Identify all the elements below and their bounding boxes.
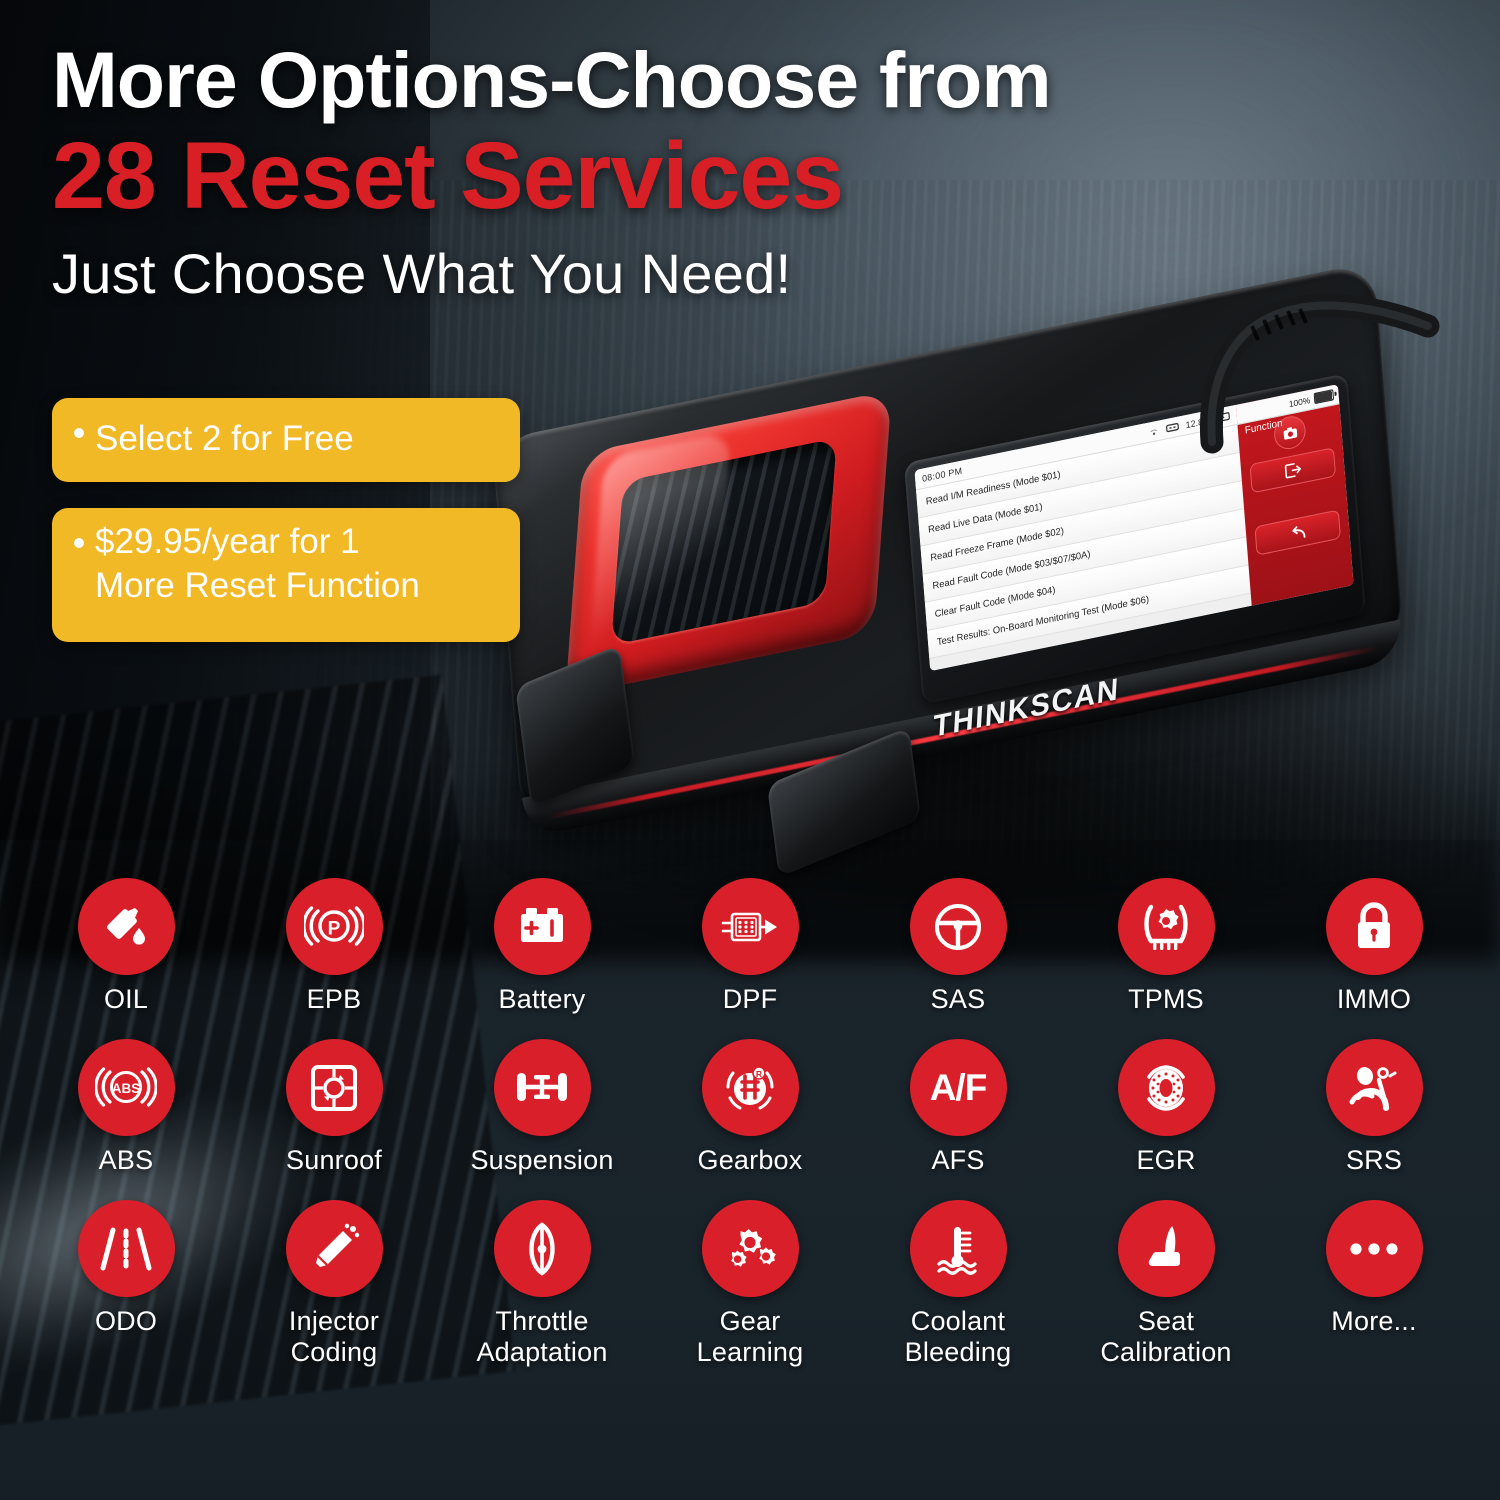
service-item-more[interactable]: More...: [1270, 1200, 1478, 1368]
service-label: ABS: [98, 1145, 154, 1175]
service-item-immo[interactable]: IMMO: [1270, 878, 1478, 1015]
padlock-icon: [1325, 878, 1423, 975]
oil-can-icon: [77, 878, 175, 975]
fuel-injector-icon: [285, 1200, 383, 1297]
service-item-afs[interactable]: A/F AFS: [854, 1039, 1062, 1176]
service-label: Gear Learning: [696, 1306, 804, 1367]
bullet-dot-icon: [74, 538, 84, 548]
service-label: ODO: [94, 1306, 158, 1336]
service-item-coolant-bleeding[interactable]: Coolant Bleeding: [854, 1200, 1062, 1368]
exit-icon: [1284, 463, 1301, 479]
gear-shift-icon: R: [701, 1039, 799, 1136]
service-label: OIL: [103, 984, 149, 1014]
service-label: TPMS: [1128, 984, 1204, 1014]
service-label: SAS: [930, 984, 986, 1014]
service-item-sas[interactable]: SAS: [854, 878, 1062, 1015]
gears-icon: [701, 1200, 799, 1297]
battery-full-icon: [1313, 389, 1335, 405]
throttle-body-icon: [493, 1200, 591, 1297]
seatbelt-person-icon: [1325, 1039, 1423, 1136]
signal-icon: [1150, 429, 1158, 435]
svg-text:P: P: [328, 918, 341, 939]
service-label: Gearbox: [697, 1145, 803, 1175]
headline-line-3: Just Choose What You Need!: [52, 242, 792, 305]
exit-button[interactable]: [1249, 447, 1337, 494]
service-item-gearbox[interactable]: R Gearbox: [646, 1039, 854, 1176]
electronic-parking-brake-icon: P: [285, 878, 383, 975]
service-item-suspension[interactable]: Suspension: [438, 1039, 646, 1176]
service-item-epb[interactable]: P EPB: [230, 878, 438, 1015]
service-label: AFS: [931, 1145, 985, 1175]
ellipsis-icon: [1325, 1200, 1423, 1297]
back-button[interactable]: [1254, 509, 1341, 556]
service-item-oil[interactable]: OIL: [22, 878, 230, 1015]
service-item-dpf[interactable]: DPF: [646, 878, 854, 1015]
service-label: More...: [1331, 1306, 1417, 1336]
service-label: Battery: [498, 984, 586, 1014]
coolant-thermometer-icon: [909, 1200, 1007, 1297]
promo-badge-subscription: $29.95/year for 1 More Reset Function: [52, 508, 520, 642]
service-label: Injector Coding: [288, 1306, 380, 1367]
service-item-srs[interactable]: SRS: [1270, 1039, 1478, 1176]
promo-badge-free: Select 2 for Free: [52, 398, 520, 482]
service-item-abs[interactable]: ABS ABS: [22, 1039, 230, 1176]
steering-wheel-icon: [909, 878, 1007, 975]
wifi-icon: [1165, 422, 1179, 433]
air-fuel-text-icon: A/F: [909, 1039, 1007, 1136]
thinkscan-device: 08:00 PM 12.8 V Read I/M Readiness (Mode…: [480, 261, 1490, 930]
sim-card-icon: [1217, 412, 1230, 422]
service-label: EGR: [1136, 1145, 1196, 1175]
status-voltage: 12.8 V: [1185, 414, 1212, 430]
service-item-throttle-adaptation[interactable]: Throttle Adaptation: [438, 1200, 646, 1368]
sunroof-icon: [285, 1039, 383, 1136]
promo-badge-subscription-text: $29.95/year for 1 More Reset Function: [95, 522, 420, 605]
svg-text:R: R: [756, 1069, 762, 1079]
service-label: SRS: [1345, 1145, 1403, 1175]
service-item-tpms[interactable]: TPMS: [1062, 878, 1270, 1015]
headline-line-1: More Options-Choose from: [52, 35, 1052, 124]
service-label: Sunroof: [286, 1145, 382, 1175]
service-label: IMMO: [1336, 984, 1412, 1014]
service-label: Throttle Adaptation: [476, 1306, 608, 1367]
egr-valve-icon: [1117, 1039, 1215, 1136]
reset-services-grid: OIL P EPB Battery DPF SAS TPMS IMMO ABS …: [0, 878, 1500, 1368]
battery-icon: [493, 878, 591, 975]
lcd-side-panel: 100% Function: [1235, 384, 1354, 606]
road-odometer-icon: [77, 1200, 175, 1297]
suspension-axle-icon: [493, 1039, 591, 1136]
tire-pressure-icon: [1117, 878, 1215, 975]
bullet-dot-icon: [74, 428, 84, 438]
diesel-particulate-filter-icon: [701, 878, 799, 975]
service-label: Coolant Bleeding: [904, 1306, 1012, 1367]
service-item-battery[interactable]: Battery: [438, 878, 646, 1015]
headline-line-2: 28 Reset Services: [52, 123, 844, 229]
car-seat-icon: [1117, 1200, 1215, 1297]
promo-badge-free-text: Select 2 for Free: [95, 419, 354, 458]
service-label: Seat Calibration: [1100, 1306, 1232, 1367]
service-item-seat-calibration[interactable]: Seat Calibration: [1062, 1200, 1270, 1368]
abs-brake-icon: ABS: [77, 1039, 175, 1136]
afs-text: A/F: [929, 1066, 988, 1108]
svg-text:ABS: ABS: [112, 1081, 141, 1096]
service-item-sunroof[interactable]: Sunroof: [230, 1039, 438, 1176]
promo-banner: More Options-Choose from 28 Reset Servic…: [0, 0, 1500, 1500]
headline-block: More Options-Choose from 28 Reset Servic…: [52, 38, 1392, 306]
service-item-odo[interactable]: ODO: [22, 1200, 230, 1368]
service-label: DPF: [722, 984, 778, 1014]
service-label: EPB: [306, 984, 362, 1014]
service-item-injector-coding[interactable]: Injector Coding: [230, 1200, 438, 1368]
battery-percent: 100%: [1288, 394, 1311, 409]
service-label: Suspension: [470, 1145, 614, 1175]
status-time: 08:00 PM: [921, 465, 963, 484]
service-item-egr[interactable]: EGR: [1062, 1039, 1270, 1176]
back-arrow-icon: [1292, 525, 1306, 538]
service-item-gear-learning[interactable]: Gear Learning: [646, 1200, 854, 1368]
